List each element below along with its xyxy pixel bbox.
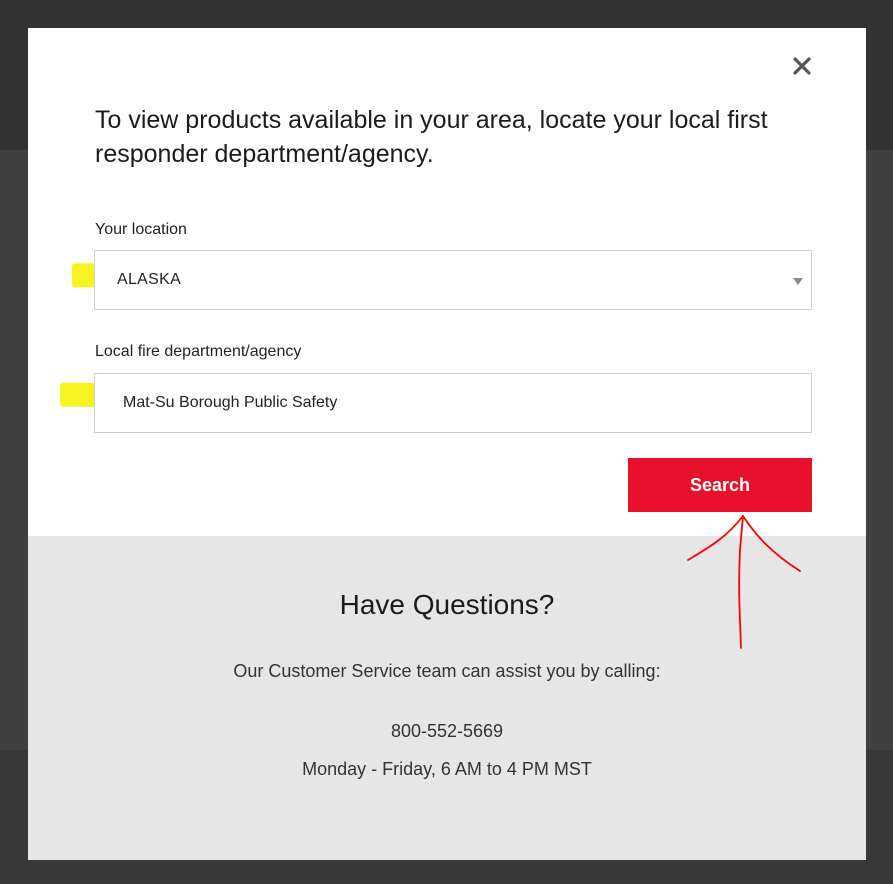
search-button[interactable]: Search	[628, 458, 812, 512]
close-button[interactable]	[786, 50, 818, 82]
department-input[interactable]	[94, 373, 812, 433]
location-modal: To view products available in your area,…	[28, 28, 866, 860]
business-hours: Monday - Friday, 6 AM to 4 PM MST	[302, 759, 592, 779]
caret-down-icon	[793, 278, 803, 285]
close-icon	[793, 57, 811, 75]
department-label: Local fire department/agency	[95, 343, 302, 360]
modal-heading: To view products available in your area,…	[95, 106, 768, 168]
arrow-annotation-icon	[687, 515, 801, 649]
location-label: Your location	[95, 221, 187, 238]
phone-number: 800-552-5669	[390, 721, 504, 741]
location-selected-value: ALASKA	[117, 271, 182, 288]
questions-text: Our Customer Service team can assist you…	[233, 661, 661, 681]
location-select[interactable]: ALASKA	[94, 250, 812, 310]
